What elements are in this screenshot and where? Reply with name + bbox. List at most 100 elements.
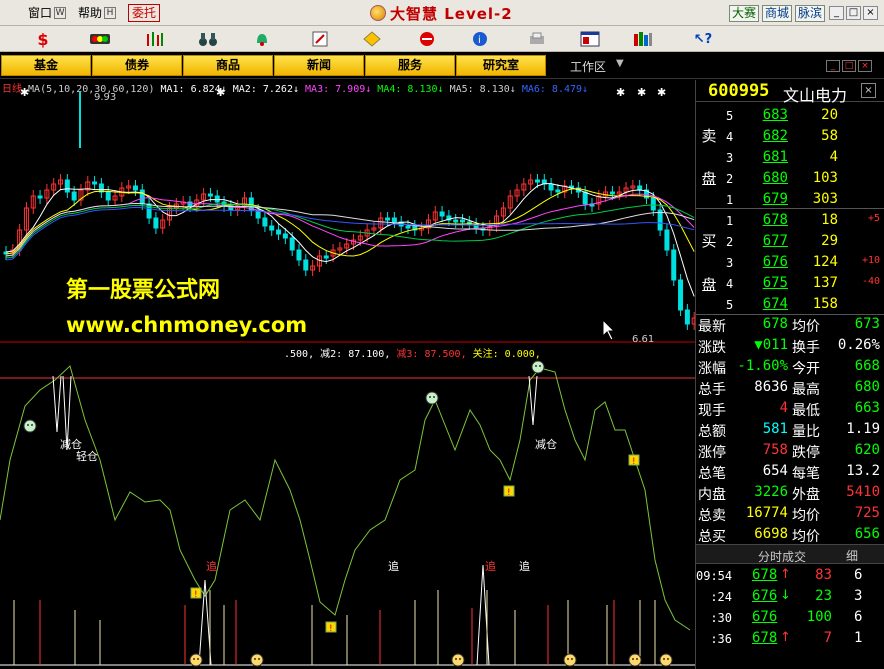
candle-body bbox=[609, 191, 615, 195]
sell-price[interactable]: 682 bbox=[748, 128, 788, 144]
sad-face-icon-eye bbox=[27, 424, 29, 426]
candle-body bbox=[671, 249, 677, 281]
smile-face-icon-eye bbox=[193, 658, 195, 660]
stat-label: 总手 bbox=[698, 382, 726, 398]
tick-price: 676 bbox=[752, 588, 778, 604]
nav-service[interactable]: 服务 bbox=[365, 55, 455, 76]
maximize-button[interactable]: □ bbox=[846, 6, 861, 20]
close-button[interactable]: × bbox=[863, 6, 878, 20]
alert-icon-mark: ! bbox=[507, 488, 511, 498]
nav-commodity[interactable]: 商品 bbox=[183, 55, 273, 76]
brand-title: 大智慧 Level-2 bbox=[390, 4, 513, 23]
stat-value: 5410 bbox=[846, 484, 880, 500]
ticks-title[interactable]: 分时成交 bbox=[758, 548, 806, 565]
smile-face-icon-eye bbox=[567, 658, 569, 660]
nav-fund[interactable]: 基金 bbox=[1, 55, 91, 76]
candle-body bbox=[139, 189, 145, 205]
nav-bond[interactable]: 债券 bbox=[92, 55, 182, 76]
smile-face-icon bbox=[189, 653, 203, 667]
smile-face-icon bbox=[250, 653, 264, 667]
watermark-title: 第一股票公式网 bbox=[66, 278, 221, 303]
buy-label-bottom: 盘 bbox=[701, 276, 717, 294]
stat-value: 6698 bbox=[754, 526, 788, 542]
panel-restore-button[interactable]: □ bbox=[842, 60, 856, 72]
quote-close-button[interactable]: × bbox=[861, 83, 876, 98]
tick-volume: 23 bbox=[815, 588, 832, 604]
nav-news[interactable]: 新闻 bbox=[274, 55, 364, 76]
entrust-button[interactable]: 委托 bbox=[128, 3, 161, 22]
stat-label: 总额 bbox=[698, 424, 726, 440]
stat-value: ▼011 bbox=[754, 337, 788, 353]
candle-body bbox=[548, 183, 554, 191]
candle-body bbox=[582, 191, 588, 205]
indicator-line bbox=[0, 365, 691, 631]
tick-time: :24 bbox=[710, 590, 732, 604]
brand: 大智慧 Level-2 bbox=[370, 3, 513, 23]
app-window: 窗口 W 帮助 H 委托 大智慧 Level-2 大赛 商城 脉滨 _ □ × … bbox=[0, 0, 884, 669]
contest-button[interactable]: 大赛 bbox=[729, 5, 760, 22]
buy-price[interactable]: 676 bbox=[748, 254, 788, 270]
buy-price[interactable]: 678 bbox=[748, 212, 788, 228]
sell-price[interactable]: 679 bbox=[748, 191, 788, 207]
stat-label: 内盘 bbox=[698, 487, 726, 503]
nav-research[interactable]: 研究室 bbox=[456, 55, 546, 76]
binhai-button[interactable]: 脉滨 bbox=[795, 5, 826, 22]
dollar-icon[interactable]: $ bbox=[33, 30, 53, 49]
bar-icon[interactable] bbox=[145, 30, 165, 48]
minimize-button[interactable]: _ bbox=[829, 6, 844, 20]
candle-body bbox=[664, 229, 670, 251]
sell-price[interactable]: 681 bbox=[748, 149, 788, 165]
sell-volume: 303 bbox=[812, 191, 838, 207]
menu-help[interactable]: 帮助 H bbox=[72, 2, 122, 24]
binoculars-icon[interactable] bbox=[198, 30, 218, 48]
buy-change: +10 bbox=[861, 255, 880, 266]
ticks-detail-button[interactable]: 细 bbox=[846, 547, 858, 564]
sell-price[interactable]: 683 bbox=[748, 107, 788, 123]
columns-icon[interactable] bbox=[633, 30, 653, 48]
stat-value: 0.26% bbox=[837, 337, 880, 353]
toolbar: $ i ↖? bbox=[0, 26, 884, 52]
smile-face-icon bbox=[659, 653, 673, 667]
stat-value: 3226 bbox=[754, 484, 788, 500]
workarea-label[interactable]: 工作区 bbox=[570, 58, 606, 75]
buy-price[interactable]: 677 bbox=[748, 233, 788, 249]
help-icon[interactable]: ↖? bbox=[693, 30, 713, 48]
stat-label: 总卖 bbox=[698, 508, 726, 524]
menu-window[interactable]: 窗口 W bbox=[22, 2, 72, 24]
info-icon[interactable]: i bbox=[470, 30, 490, 48]
ticks-header[interactable]: 分时成交 细 bbox=[696, 544, 884, 564]
tick-price: 676 bbox=[752, 609, 778, 625]
stat-label: 每笔 bbox=[792, 466, 820, 482]
window-icon[interactable] bbox=[580, 30, 600, 48]
sell-price[interactable]: 680 bbox=[748, 170, 788, 186]
stat-label: 均价 bbox=[792, 508, 820, 524]
kline-chart[interactable]: 9.93 6.61 ✱ ✱ ✱ ✱ ✱!!!! 减仓 轻仓 减仓追追追追 bbox=[0, 80, 695, 669]
sell-label-top: 卖 bbox=[701, 127, 717, 145]
ma-legend-5: MA5: 8.130↓ bbox=[449, 84, 516, 95]
print-icon[interactable] bbox=[527, 30, 547, 48]
buy-price[interactable]: 675 bbox=[748, 275, 788, 291]
candle-body bbox=[71, 191, 77, 201]
diamond-icon[interactable] bbox=[362, 30, 382, 48]
smile-face-icon-eye bbox=[455, 658, 457, 660]
stat-label: 涨停 bbox=[698, 445, 726, 461]
mall-button[interactable]: 商城 bbox=[762, 5, 793, 22]
kline-svg: 9.936.61✱ ✱ ✱ ✱✱!!!!减仓轻仓减仓追追追追 bbox=[0, 86, 695, 667]
ma-legend: 日线 MA(5,10,20,30,60,120) MA1: 6.824↓ MA2… bbox=[2, 80, 588, 95]
panel-minimize-button[interactable]: _ bbox=[826, 60, 840, 72]
traffic-light-icon[interactable] bbox=[90, 30, 110, 48]
stat-label: 跌停 bbox=[792, 445, 820, 461]
stop-icon[interactable] bbox=[417, 30, 437, 48]
candle-body bbox=[276, 229, 282, 235]
bell-icon[interactable] bbox=[252, 30, 272, 48]
sell-volume: 20 bbox=[821, 107, 838, 123]
tick-time: :30 bbox=[710, 611, 732, 625]
panel-close-button[interactable]: × bbox=[858, 60, 872, 72]
stat-label: 总笔 bbox=[698, 466, 726, 482]
buy-price[interactable]: 674 bbox=[748, 296, 788, 312]
alert-icon-mark: ! bbox=[194, 590, 198, 600]
stat-value: 13.2 bbox=[846, 463, 880, 479]
workarea-dropdown-icon[interactable]: ▼ bbox=[616, 58, 624, 69]
flag-icon[interactable] bbox=[310, 30, 330, 48]
tick-volume: 7 bbox=[823, 630, 832, 646]
